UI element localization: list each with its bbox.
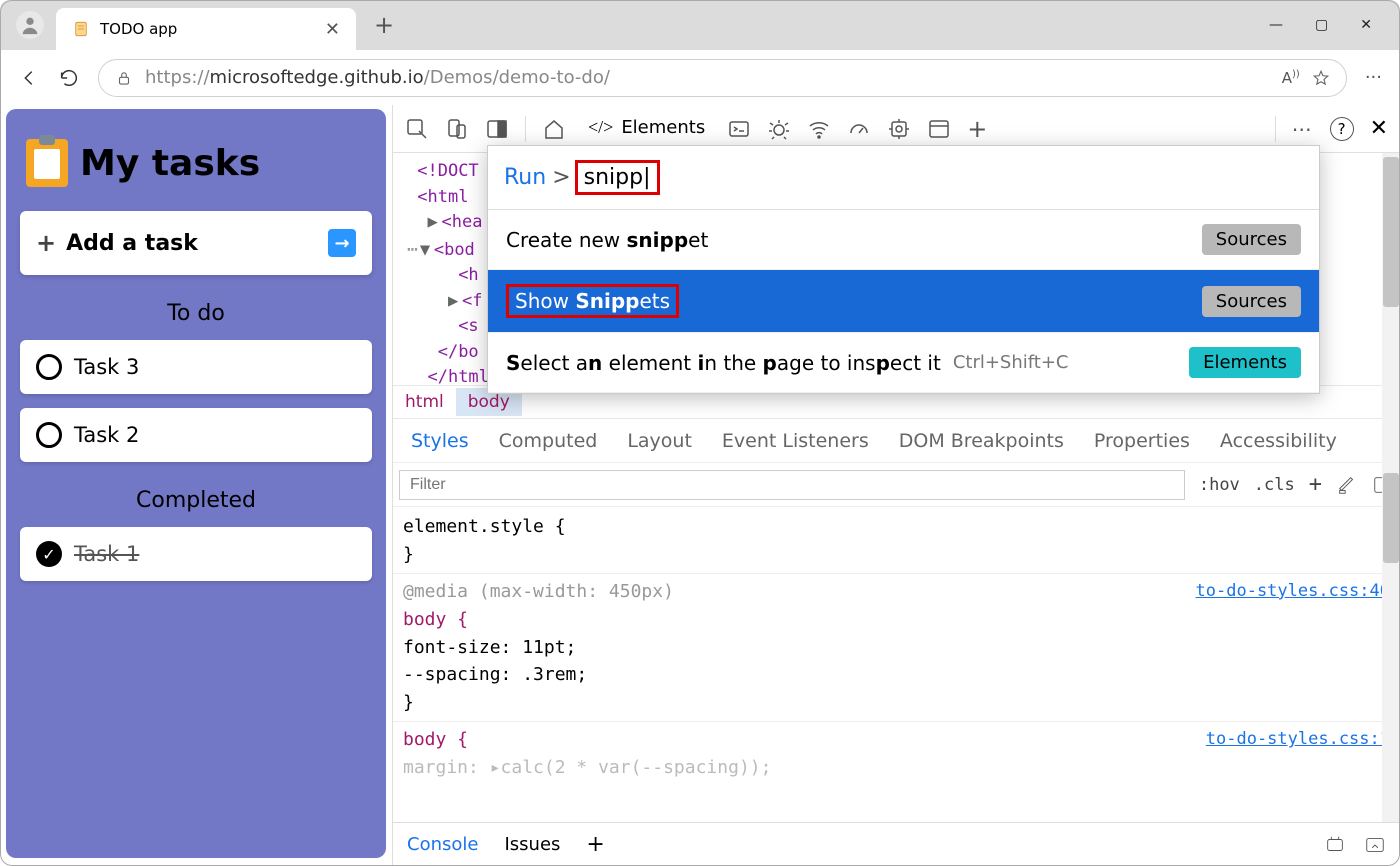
source-link[interactable]: to-do-styles.css:1 <box>1206 726 1390 752</box>
drawer-expand-icon[interactable] <box>1364 834 1386 856</box>
devtools-drawer: Console Issues + <box>393 822 1400 866</box>
circle-icon[interactable] <box>36 354 62 380</box>
window-controls: — ▢ ✕ <box>1269 17 1396 33</box>
palette-item-select-element[interactable]: Select an element in the page to inspect… <box>488 333 1319 393</box>
application-icon[interactable] <box>927 117 951 141</box>
browser-tab[interactable]: TODO app ✕ <box>56 8 356 50</box>
styles-tabs: Styles Computed Layout Event Listeners D… <box>393 419 1400 463</box>
devtools-menu-icon[interactable]: ⋯ <box>1292 117 1314 141</box>
cls-toggle[interactable]: .cls <box>1254 475 1295 495</box>
styles-filter-input[interactable] <box>399 470 1185 500</box>
lock-icon <box>115 69 133 87</box>
add-task-label: Add a task <box>66 231 198 256</box>
close-window-button[interactable]: ✕ <box>1360 17 1372 33</box>
palette-item-create-snippet[interactable]: Create new snippet Sources <box>488 210 1319 270</box>
task-item-done[interactable]: ✓Task 1 <box>20 527 372 581</box>
read-aloud-icon[interactable]: A)) <box>1282 69 1300 87</box>
devtools-panel: </> Elements + ⋯ ? ✕ <!DOCT <html ▶<hea … <box>392 105 1400 866</box>
scroll-thumb[interactable] <box>1383 157 1399 307</box>
settings-menu-icon[interactable]: ··· <box>1365 67 1382 88</box>
source-link[interactable]: to-do-styles.css:40 <box>1196 578 1390 604</box>
badge-elements: Elements <box>1189 347 1301 378</box>
profile-avatar[interactable] <box>16 11 44 39</box>
scroll-thumb[interactable] <box>1383 473 1399 563</box>
scrollbar[interactable] <box>1382 153 1400 822</box>
close-tab-icon[interactable]: ✕ <box>325 19 340 40</box>
submit-arrow-icon[interactable]: → <box>328 229 356 257</box>
hov-toggle[interactable]: :hov <box>1199 475 1240 495</box>
brush-icon[interactable] <box>1336 474 1358 496</box>
tab-styles[interactable]: Styles <box>411 430 469 452</box>
back-button[interactable] <box>18 67 40 89</box>
refresh-button[interactable] <box>58 67 80 89</box>
maximize-button[interactable]: ▢ <box>1315 17 1328 33</box>
drawer-issues-tab[interactable]: Issues <box>504 834 560 855</box>
console-icon[interactable] <box>727 117 751 141</box>
add-panel-button[interactable]: + <box>967 115 987 143</box>
command-palette: Run > snipp| Create new snippet Sources … <box>487 145 1320 394</box>
tab-dom-breakpoints[interactable]: DOM Breakpoints <box>899 430 1064 452</box>
styles-filter-row: :hov .cls + <box>393 463 1400 507</box>
task-item[interactable]: Task 2 <box>20 408 372 462</box>
shortcut-label: Ctrl+Shift+C <box>953 352 1069 373</box>
sources-bug-icon[interactable] <box>767 117 791 141</box>
drawer-icon-1[interactable] <box>1324 834 1346 856</box>
minimize-button[interactable]: — <box>1269 17 1283 33</box>
drawer-console-tab[interactable]: Console <box>407 834 478 855</box>
favorite-icon[interactable] <box>1312 69 1330 87</box>
tab-event-listeners[interactable]: Event Listeners <box>722 430 869 452</box>
circle-icon[interactable] <box>36 422 62 448</box>
palette-input[interactable]: Run > snipp| <box>488 146 1319 210</box>
dock-icon[interactable] <box>485 117 509 141</box>
address-bar[interactable]: https://microsoftedge.github.io/Demos/de… <box>98 59 1347 97</box>
badge-sources: Sources <box>1202 224 1301 255</box>
todo-app: My tasks + Add a task → To do Task 3 Tas… <box>6 109 386 858</box>
palette-item-label: Select an element in the page to inspect… <box>506 351 941 375</box>
browser-toolbar: https://microsoftedge.github.io/Demos/de… <box>0 50 1400 105</box>
device-toggle-icon[interactable] <box>445 117 469 141</box>
performance-icon[interactable] <box>847 117 871 141</box>
tab-properties[interactable]: Properties <box>1094 430 1190 452</box>
checkmark-icon[interactable]: ✓ <box>36 541 62 567</box>
tab-title: TODO app <box>100 20 325 38</box>
app-title: My tasks <box>26 139 366 187</box>
network-icon[interactable] <box>807 117 831 141</box>
clipboard-icon <box>26 139 68 187</box>
inspect-icon[interactable] <box>405 117 429 141</box>
add-task-input[interactable]: + Add a task → <box>20 211 372 275</box>
notepad-icon <box>72 20 90 38</box>
tab-layout[interactable]: Layout <box>627 430 692 452</box>
elements-tab[interactable]: </> Elements <box>582 109 711 148</box>
palette-item-show-snippets[interactable]: Show Snippets Sources <box>488 270 1319 333</box>
drawer-add-tab[interactable]: + <box>586 832 604 857</box>
plus-icon: + <box>36 229 56 257</box>
new-rule-button[interactable]: + <box>1309 472 1322 497</box>
palette-query-highlight: snipp| <box>575 160 660 195</box>
memory-icon[interactable] <box>887 117 911 141</box>
help-icon[interactable]: ? <box>1330 117 1354 141</box>
css-rules[interactable]: element.style { } @media (max-width: 450… <box>393 507 1400 822</box>
task-item[interactable]: Task 3 <box>20 340 372 394</box>
new-tab-button[interactable]: + <box>374 11 394 39</box>
close-devtools-icon[interactable]: ✕ <box>1370 116 1388 141</box>
tab-computed[interactable]: Computed <box>499 430 598 452</box>
section-todo: To do <box>20 301 372 326</box>
section-completed: Completed <box>20 488 372 513</box>
welcome-icon[interactable] <box>542 117 566 141</box>
browser-titlebar: TODO app ✕ + — ▢ ✕ <box>0 0 1400 50</box>
tab-accessibility[interactable]: Accessibility <box>1220 430 1337 452</box>
badge-sources: Sources <box>1202 286 1301 317</box>
url-text: https://microsoftedge.github.io/Demos/de… <box>145 67 610 88</box>
